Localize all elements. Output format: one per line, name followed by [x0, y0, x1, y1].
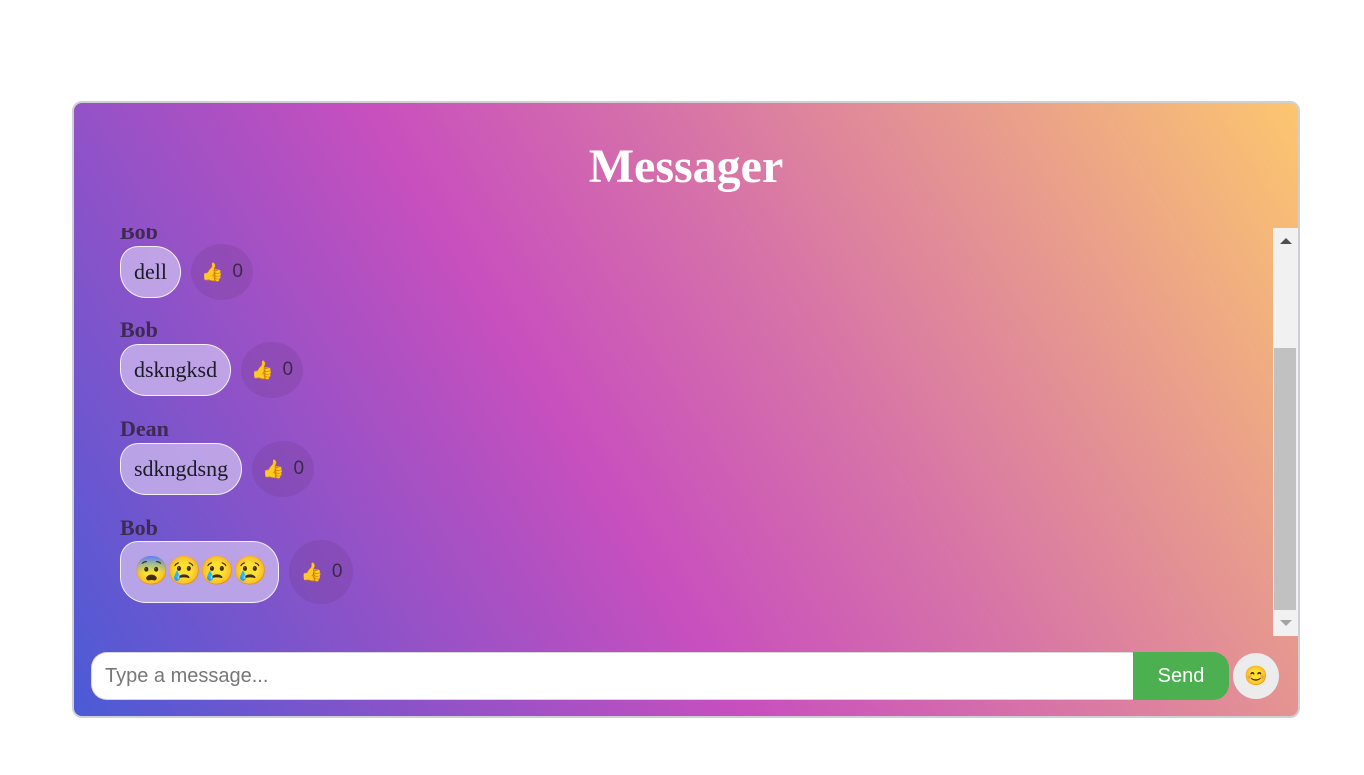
message-item: Dean sdkngdsng 👍 0 — [120, 416, 315, 497]
message-sender: Bob — [120, 228, 158, 244]
message-bubble: sdkngdsng — [120, 443, 243, 495]
scroll-down-arrow-icon[interactable] — [1280, 620, 1292, 626]
message-sender: Bob — [120, 317, 158, 342]
app-title: Messager — [588, 140, 784, 193]
like-count: 0 — [232, 261, 243, 282]
message-input[interactable] — [91, 652, 1133, 700]
thumbs-up-icon: 👍 — [300, 561, 323, 582]
messenger-window: Messager Bob dell 👍 0 Bob dskngksd 👍 0 D… — [72, 101, 1300, 718]
like-button[interactable]: 👍 0 — [191, 244, 253, 300]
emoji-picker-button[interactable]: 😊 — [1233, 653, 1279, 699]
message-bubble: dskngksd — [120, 344, 232, 396]
like-count: 0 — [293, 458, 305, 479]
like-button[interactable]: 👍 0 — [289, 540, 354, 604]
thumbs-up-icon: 👍 — [201, 261, 224, 282]
message-sender: Dean — [120, 416, 169, 441]
like-button[interactable]: 👍 0 — [241, 342, 304, 398]
like-count: 0 — [282, 359, 294, 380]
smiley-face-icon: 😊 — [1244, 666, 1268, 687]
message-item: Bob 😨😢😢😢 👍 0 — [120, 515, 354, 604]
message-sender: Bob — [120, 515, 158, 540]
thumbs-up-icon: 👍 — [262, 458, 285, 479]
like-button[interactable]: 👍 0 — [252, 441, 315, 497]
composer-bar: Send 😊 — [91, 652, 1279, 700]
scrollbar-thumb[interactable] — [1274, 348, 1296, 610]
message-list[interactable]: Bob dell 👍 0 Bob dskngksd 👍 0 Dean sdkng… — [74, 228, 1298, 636]
message-bubble: dell — [120, 246, 181, 298]
message-bubble: 😨😢😢😢 — [120, 541, 280, 603]
like-count: 0 — [331, 561, 343, 582]
message-list-scrollbar[interactable] — [1273, 228, 1298, 636]
message-item: Bob dell 👍 0 — [120, 228, 253, 300]
thumbs-up-icon: 👍 — [251, 359, 274, 380]
scroll-up-arrow-icon[interactable] — [1280, 238, 1292, 244]
send-button[interactable]: Send — [1133, 652, 1229, 700]
message-item: Bob dskngksd 👍 0 — [120, 317, 304, 398]
